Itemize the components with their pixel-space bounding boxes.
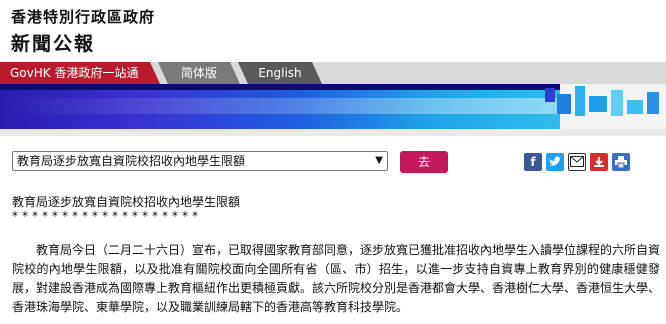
- banner-block: [575, 86, 585, 116]
- article-paragraph-text: 教育局今日（二月二十六日）宣布，已取得國家教育部同意，逐步放寬已獲批准招收內地學…: [12, 243, 661, 314]
- header-banner: [0, 84, 666, 136]
- facebook-icon[interactable]: f: [524, 153, 542, 171]
- select-value: 教育局逐步放寬自資院校招收內地學生限額: [17, 154, 246, 168]
- press-release-select[interactable]: 教育局逐步放寬自資院校招收內地學生限額 ▼: [12, 151, 388, 171]
- govhk-link[interactable]: GovHK 香港政府一站通: [0, 62, 160, 84]
- article-paragraph: 教育局今日（二月二十六日）宣布，已取得國家教育部同意，逐步放寬已獲批准招收內地學…: [12, 241, 660, 317]
- banner-block: [545, 88, 555, 102]
- english-link[interactable]: English: [238, 62, 322, 84]
- banner-block: [611, 90, 623, 116]
- email-icon[interactable]: [568, 153, 586, 171]
- download-icon[interactable]: [590, 153, 608, 171]
- twitter-icon[interactable]: [546, 153, 564, 171]
- banner-block: [647, 92, 659, 114]
- chevron-down-icon: ▼: [375, 155, 383, 166]
- title-separator-stars: *******************: [12, 209, 202, 223]
- simplified-chinese-link[interactable]: 简体版: [158, 62, 240, 84]
- article-title: 教育局逐步放寬自資院校招收內地學生限額: [12, 195, 241, 209]
- top-nav-bar: GovHK 香港政府一站通 简体版 English: [0, 62, 666, 84]
- page-header: 香港特別行政區政府 新聞公報: [0, 0, 666, 60]
- banner-block: [627, 100, 643, 114]
- banner-stripe: [0, 129, 666, 136]
- banner-block: [589, 96, 607, 112]
- banner-blocks: [545, 84, 666, 129]
- government-name: 香港特別行政區政府: [11, 8, 156, 26]
- go-button[interactable]: 去: [400, 151, 448, 173]
- banner-block: [557, 94, 571, 114]
- press-releases-title: 新聞公報: [11, 33, 96, 55]
- print-icon[interactable]: [612, 153, 630, 171]
